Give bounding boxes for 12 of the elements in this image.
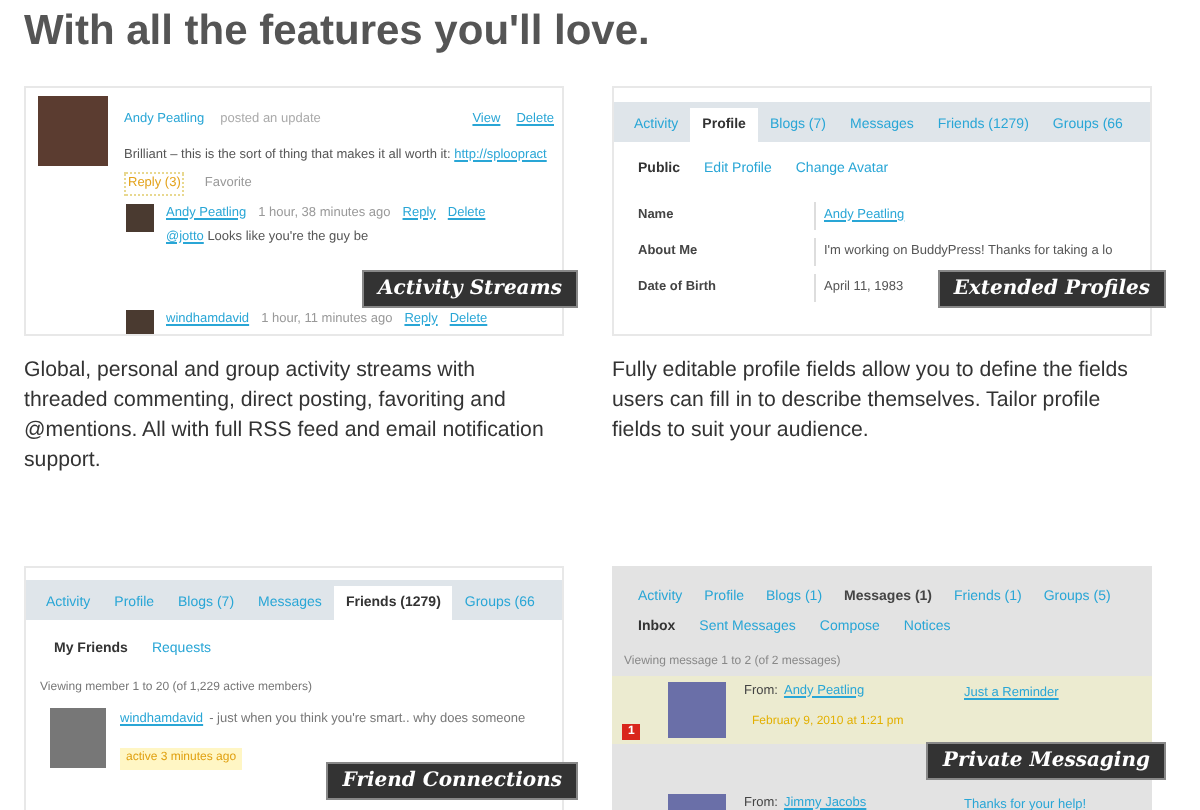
avatar-photo — [50, 707, 106, 767]
avatar-photo — [126, 203, 154, 231]
caption-label: Extended Profiles — [937, 270, 1166, 308]
photo-placeholder — [668, 681, 726, 737]
feature-description: Global, personal and group activity streams with threaded commenting, direct posting, favoriting and @mentions. All with full RSS feed and email notification support. — [24, 356, 546, 476]
caption-label: Friend Connections — [326, 762, 578, 800]
caption-label: Activity Streams — [362, 270, 578, 308]
feature-description: Fully editable profile fields allow you to define the fields users can fill in to describe themselves. Tailor profile fields to suit your audience. — [612, 356, 1130, 446]
avatar-photo — [126, 309, 154, 334]
caption-label: Private Messaging — [926, 742, 1166, 780]
avatar-photo — [38, 96, 108, 166]
page-heading: With all the features you'll love. — [24, 6, 652, 58]
